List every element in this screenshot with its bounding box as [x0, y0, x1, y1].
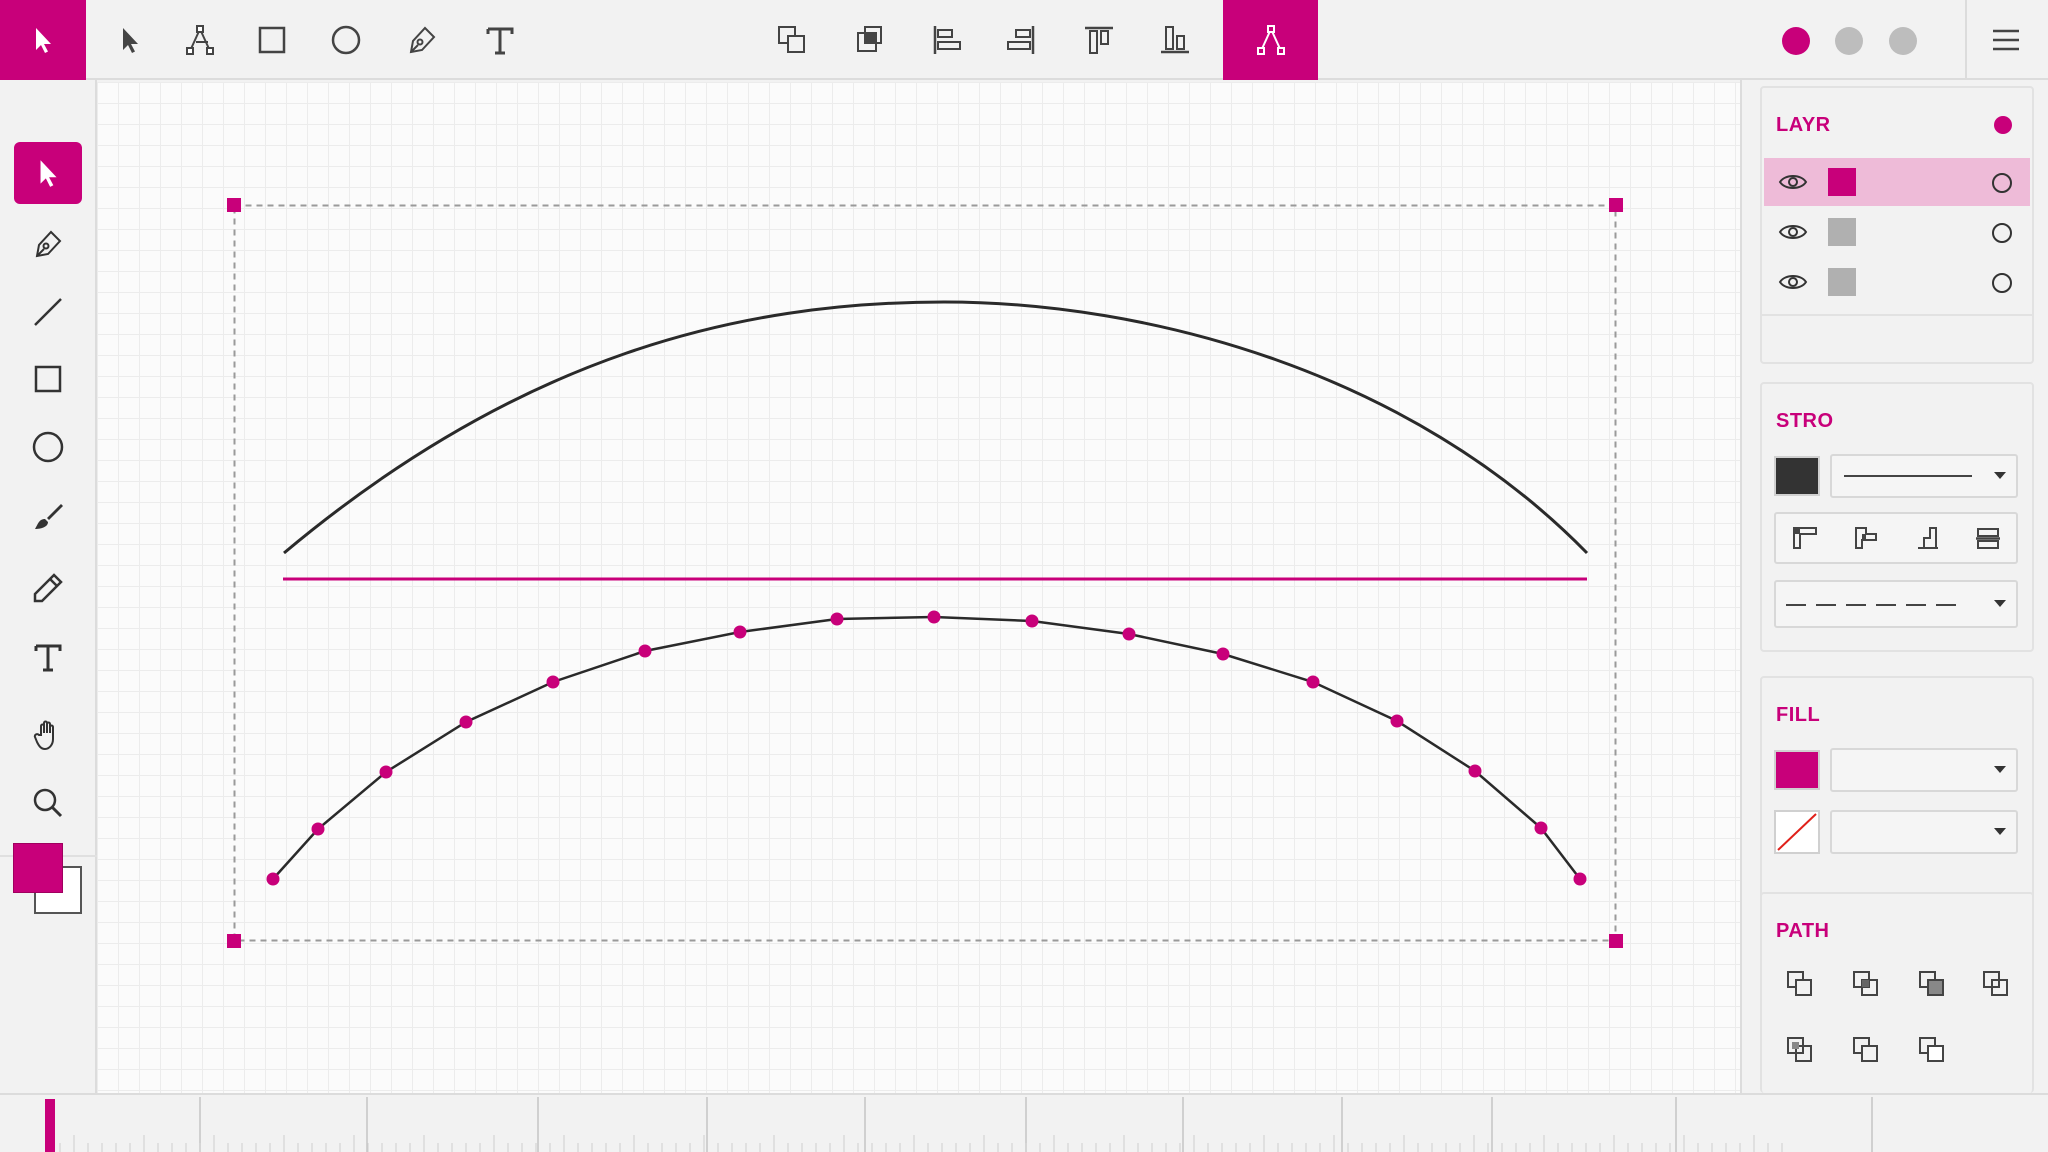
rectangle-tool-button[interactable]	[14, 348, 82, 410]
layers-indicator-dot[interactable]	[1994, 116, 2012, 134]
cap-butt-icon[interactable]	[1786, 520, 1822, 556]
stroke-panel-title: STRO	[1776, 410, 1834, 432]
align-right-icon[interactable]	[1001, 20, 1041, 60]
layers-panel-title: LAYR	[1776, 114, 1831, 136]
hand-tool-button[interactable]	[14, 704, 82, 766]
stroke-cap-join-buttons	[1774, 512, 2018, 564]
properties-panel: LAYR STRO FILL PATH	[1740, 80, 2048, 1093]
select-arrow-icon[interactable]	[110, 20, 150, 60]
bring-forward-icon[interactable]	[772, 20, 812, 60]
dash-line-preview	[1786, 604, 1962, 606]
zoom-tool-button[interactable]	[14, 772, 82, 834]
solid-line-preview	[1844, 475, 1972, 477]
layer-lock-radio[interactable]	[1992, 173, 2012, 193]
vector-editor-app: LAYR STRO FILL PATH	[0, 0, 2048, 1152]
menu-separator	[1965, 0, 1967, 80]
select-tool-button[interactable]	[14, 142, 82, 204]
visibility-eye-icon[interactable]	[1778, 172, 1808, 192]
pencil-tool-button[interactable]	[14, 557, 82, 619]
layer-row-2[interactable]	[1764, 208, 2030, 256]
path-merge-icon[interactable]	[1914, 1032, 1950, 1068]
dash-pattern-dropdown[interactable]	[1774, 580, 2018, 628]
direct-select-icon[interactable]	[180, 20, 220, 60]
brush-tool-button[interactable]	[14, 486, 82, 548]
align-stroke-center-icon[interactable]	[1970, 520, 2006, 556]
pencil-icon	[33, 573, 63, 603]
pen-icon	[35, 230, 62, 258]
join-miter-icon[interactable]	[1910, 520, 1946, 556]
drawing-canvas[interactable]	[97, 82, 1740, 1093]
chevron-down-icon	[1994, 828, 2006, 835]
path-intersect-icon[interactable]	[1914, 966, 1950, 1002]
cursor-arrow-icon	[40, 160, 57, 187]
left-toolbar	[0, 80, 97, 1093]
path-panel-title: PATH	[1776, 920, 1830, 942]
timeline-ruler[interactable]	[0, 1093, 2048, 1152]
path-union-icon[interactable]	[1782, 966, 1818, 1002]
layer-color-chip	[1828, 218, 1856, 246]
text-icon	[34, 644, 62, 672]
fill-opacity-dropdown[interactable]	[1830, 810, 2018, 854]
chevron-down-icon	[1994, 766, 2006, 773]
line-tool-button[interactable]	[14, 281, 82, 343]
rectangle-icon[interactable]	[252, 20, 292, 60]
path-panel: PATH	[1760, 892, 2034, 1093]
align-left-icon[interactable]	[927, 20, 967, 60]
fill-panel-title: FILL	[1776, 704, 1821, 726]
ellipse-tool-button[interactable]	[14, 416, 82, 478]
rectangle-icon	[34, 365, 62, 393]
fill-type-dropdown[interactable]	[1830, 748, 2018, 792]
top-toolbar	[0, 0, 2048, 80]
cursor-arrow-icon	[36, 28, 51, 53]
path-subtract-icon[interactable]	[1848, 966, 1884, 1002]
layer-lock-radio[interactable]	[1992, 273, 2012, 293]
stroke-color-swatch[interactable]	[1774, 456, 1820, 496]
layer-row-1[interactable]	[1764, 158, 2030, 206]
none-slash-icon	[1777, 813, 1817, 851]
path-exclude-icon[interactable]	[1978, 966, 2014, 1002]
layers-divider	[1762, 314, 2032, 316]
chevron-down-icon	[1994, 600, 2006, 607]
chevron-down-icon	[1994, 472, 2006, 479]
pen-icon[interactable]	[402, 20, 442, 60]
ellipse-icon[interactable]	[326, 20, 366, 60]
fill-color-swatch[interactable]	[13, 843, 63, 893]
brush-icon	[35, 504, 63, 529]
status-dot-3[interactable]	[1889, 27, 1917, 55]
path-edit-tool-button[interactable]	[1223, 0, 1318, 80]
ellipse-icon	[32, 431, 64, 463]
hamburger-menu-icon[interactable]	[1986, 20, 2026, 60]
path-trim-icon[interactable]	[1848, 1032, 1884, 1068]
visibility-eye-icon[interactable]	[1778, 222, 1808, 242]
path-divide-icon[interactable]	[1782, 1032, 1818, 1068]
send-backward-icon[interactable]	[850, 20, 890, 60]
status-dot-active[interactable]	[1782, 27, 1810, 55]
align-top-icon[interactable]	[1079, 20, 1119, 60]
layers-panel: LAYR	[1760, 86, 2034, 364]
top-select-tool-button[interactable]	[0, 0, 86, 80]
align-bottom-icon[interactable]	[1155, 20, 1195, 60]
fill-color-swatch[interactable]	[1774, 750, 1820, 790]
path-node-icon	[1256, 25, 1285, 55]
ruler-ticks	[59, 1097, 1873, 1152]
text-icon[interactable]	[480, 20, 520, 60]
cap-round-icon[interactable]	[1848, 520, 1884, 556]
line-icon	[34, 298, 62, 326]
text-tool-button[interactable]	[14, 626, 82, 688]
layer-row-3[interactable]	[1764, 258, 2030, 306]
stroke-panel: STRO	[1760, 382, 2034, 652]
magnifier-icon	[33, 788, 63, 818]
pen-tool-button[interactable]	[14, 213, 82, 275]
layer-color-chip	[1828, 168, 1856, 196]
status-dot-2[interactable]	[1835, 27, 1863, 55]
visibility-eye-icon[interactable]	[1778, 272, 1808, 292]
stroke-style-dropdown[interactable]	[1830, 454, 2018, 498]
layer-lock-radio[interactable]	[1992, 223, 2012, 243]
no-fill-swatch[interactable]	[1774, 810, 1820, 854]
hand-icon	[33, 720, 54, 751]
layer-color-chip	[1828, 268, 1856, 296]
